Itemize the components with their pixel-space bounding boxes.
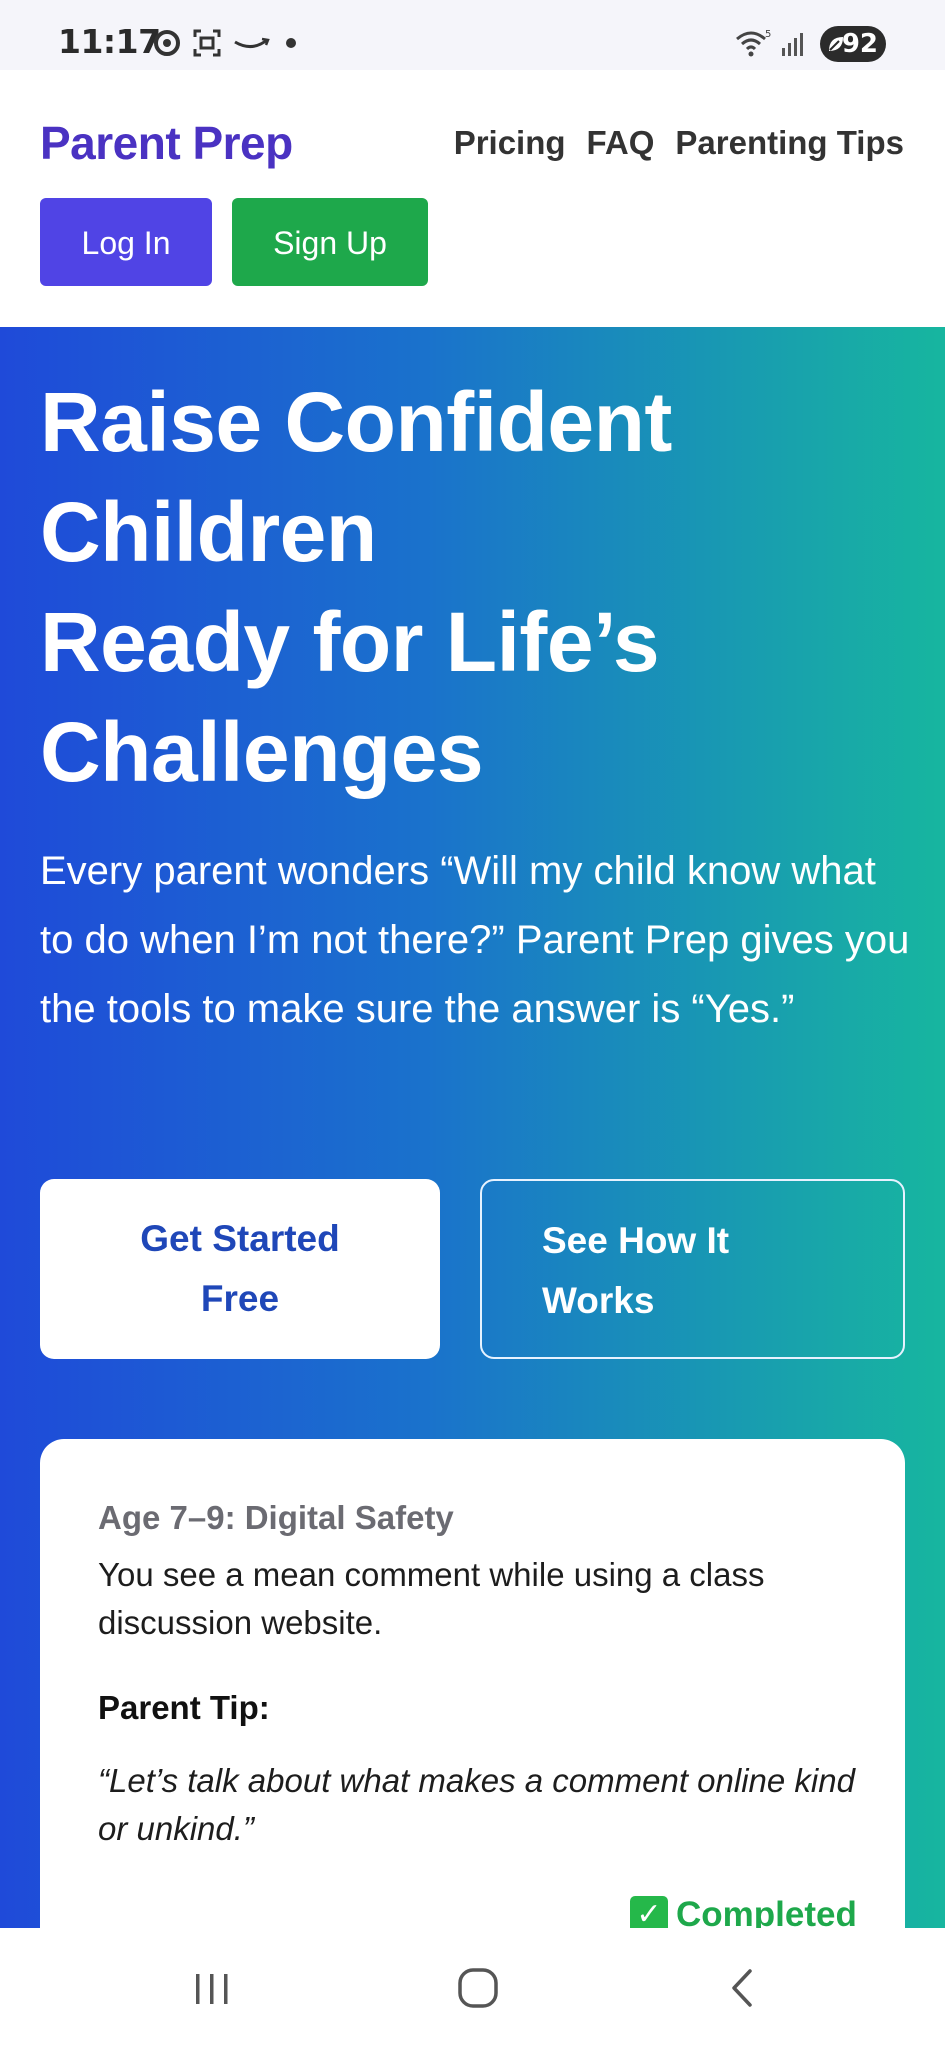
status-bar: 11:17 5 92 [0,0,945,70]
hero-title-line: Children [40,485,377,579]
leaf-icon [829,37,843,51]
hero-title-line: Raise Confident [40,375,672,469]
cta-primary-line: Get Started [140,1218,340,1259]
battery-level: 92 [841,29,878,59]
home-icon[interactable] [446,1956,510,2020]
svg-text:5: 5 [765,29,771,40]
recent-apps-icon[interactable] [180,1956,244,2020]
hero-title-line: Ready for Life’s [40,595,660,689]
hero-title: Raise Confident Children Ready for Life’… [40,367,900,807]
card-scenario: You see a mean comment while using a cla… [98,1556,765,1641]
status-time: 11:17 [58,22,161,61]
hero-subtitle: Every parent wonders “Will my child know… [40,849,910,1031]
hero-section: Raise Confident Children Ready for Life’… [0,327,945,1939]
get-started-free-button[interactable]: Get Started Free [40,1179,440,1359]
sync-icon [154,30,180,56]
amazon-icon [234,37,270,48]
card-tip-label: Parent Tip: [98,1689,270,1726]
card-age-topic: Age 7–9: Digital Safety [98,1499,454,1536]
notification-dot [286,38,296,48]
hero-title-line: Challenges [40,705,484,799]
scenario-card: Age 7–9: Digital Safety You see a mean c… [40,1439,905,1939]
main-nav: Pricing FAQ Parenting Tips [454,124,904,162]
site-header: Parent Prep Pricing FAQ Parenting Tips L… [0,70,945,327]
see-how-it-works-button[interactable]: See How It Works [480,1179,905,1359]
battery-icon: 92 [820,26,886,62]
nav-faq[interactable]: FAQ [587,124,655,162]
login-button[interactable]: Log In [40,198,212,286]
signup-button[interactable]: Sign Up [232,198,428,286]
nav-pricing[interactable]: Pricing [454,124,566,162]
cta-secondary-line: Works [542,1280,655,1321]
wifi-icon: 5 [736,29,771,57]
screenshot-icon [193,29,221,57]
cta-secondary-line: See How It [542,1220,730,1261]
logo[interactable]: Parent Prep [40,116,293,170]
cta-primary-line: Free [200,1278,280,1319]
card-tip: “Let’s talk about what makes a comment o… [98,1762,855,1847]
nav-parenting-tips[interactable]: Parenting Tips [675,124,904,162]
system-nav-bar [0,1928,945,2048]
back-icon[interactable] [710,1956,774,2020]
signal-icon [782,33,803,56]
